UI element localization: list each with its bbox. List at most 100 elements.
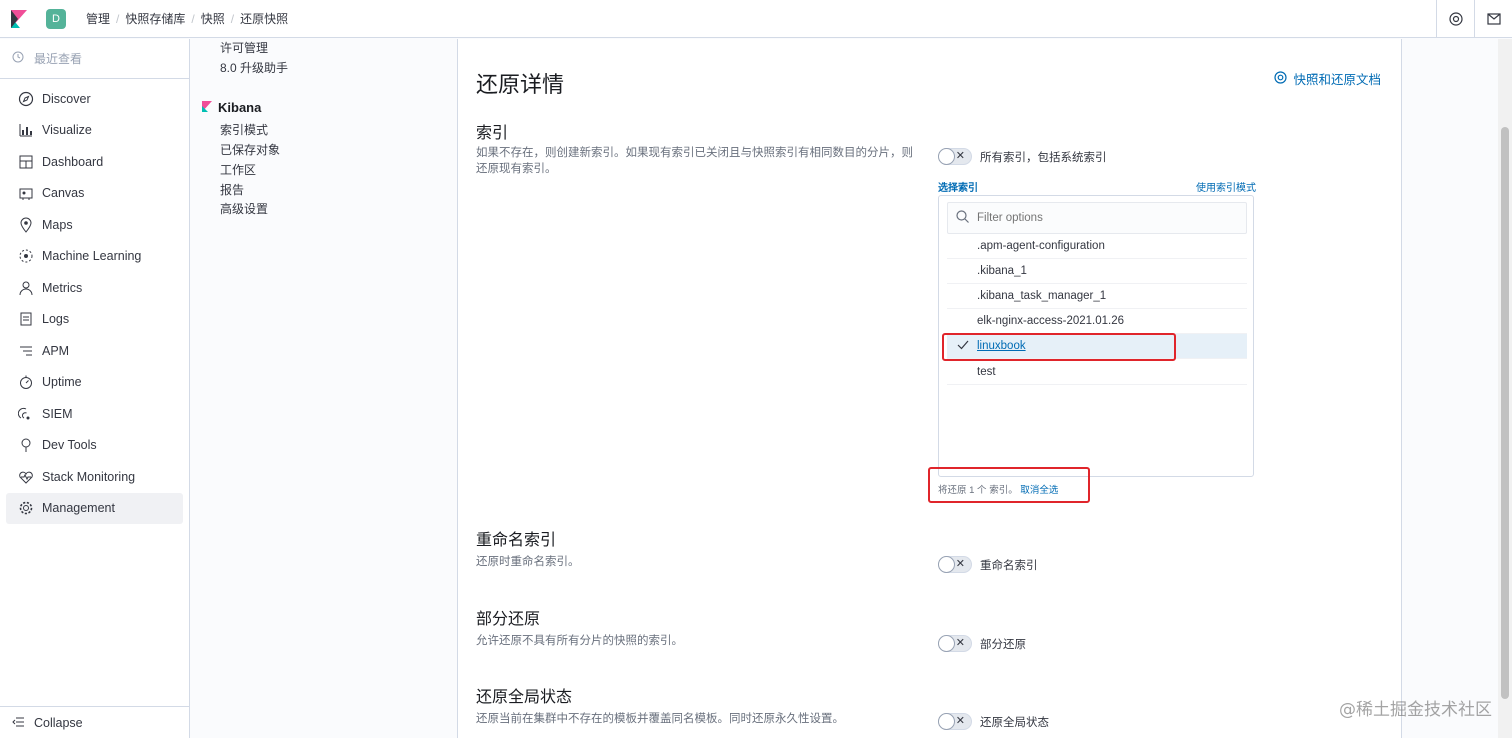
global-state-desc: 还原当前在集群中不存在的模板并覆盖同名模板。同时还原永久性设置。 [476,713,844,725]
restore-details-panel: 还原详情 快照和还原文档 索引 如果不存在，则创建新索引。如果现有索引已关闭且与… [458,39,1402,738]
space-avatar[interactable]: D [46,8,66,29]
machine-learning-icon [18,248,34,264]
help-icon [1448,12,1463,26]
nav-item-maps[interactable]: Maps [6,209,183,241]
partial-switch-row[interactable]: ✕ 部分还原 [938,635,1026,652]
dev-tools-icon [18,437,34,453]
nav-item-visualize[interactable]: Visualize [6,115,183,147]
mgmt-item-index-patterns[interactable]: 索引模式 [190,121,457,141]
nav-item-label: Dev Tools [42,438,97,453]
maps-icon [18,217,34,233]
nav-item-label: Visualize [42,123,92,138]
mgmt-item-license[interactable]: 许可管理 [190,39,457,59]
index-option[interactable]: elk-nginx-access-2021.01.26 [947,309,1247,334]
nav-item-management[interactable]: Management [6,492,183,524]
nav-item-label: Dashboard [42,154,104,169]
indices-desc: 如果不存在，则创建新索引。如果现有索引已关闭且与快照索引有相同数目的分片，则还原… [476,147,913,175]
mgmt-item-upgrade-assistant[interactable]: 8.0 升级助手 [190,59,457,79]
index-option[interactable]: test [947,360,1247,385]
scrollbar-thumb[interactable] [1501,127,1509,699]
breadcrumb-management[interactable]: 管理 [86,10,110,27]
gear-icon [18,500,34,516]
help-button[interactable] [1436,0,1474,38]
metrics-icon [18,280,34,296]
compass-icon [18,91,34,107]
nav-item-discover[interactable]: Discover [6,83,183,115]
mgmt-item-saved-objects[interactable]: 已保存对象 [190,141,457,161]
nav-item-label: Logs [42,312,70,327]
nav-item-logs[interactable]: Logs [6,304,183,336]
nav-item-stack-monitoring[interactable]: Stack Monitoring [6,461,183,493]
clock-icon [12,51,24,66]
visualize-icon [18,122,34,138]
nav-item-machine-learning[interactable]: Machine Learning [6,241,183,273]
mgmt-section-title: Kibana [218,100,262,116]
kibana-logo[interactable] [0,0,38,38]
mail-icon [1486,13,1501,25]
global-state-switch[interactable]: ✕ [938,713,972,730]
nav-item-label: Maps [42,217,73,232]
breadcrumb-separator: / [191,11,195,26]
recently-viewed[interactable]: 最近查看 [0,39,189,79]
page-title: 还原详情 [476,72,565,97]
breadcrumb: 管理 / 快照存储库 / 快照 / 还原快照 [86,10,288,27]
mgmt-item-spaces[interactable]: 工作区 [190,161,457,181]
uptime-icon [18,374,34,390]
apm-icon [18,343,34,359]
nav-item-metrics[interactable]: Metrics [6,272,183,304]
all-indices-switch-row[interactable]: ✕ 所有索引，包括系统索引 [938,148,1107,165]
nav-item-dashboard[interactable]: Dashboard [6,146,183,178]
index-option[interactable]: .kibana_1 [947,259,1247,284]
side-nav: 最近查看 Discover Visualize Dashboard Canvas Map… [0,39,190,738]
cross-icon: ✕ [955,715,965,727]
newsfeed-button[interactable] [1474,0,1512,38]
nav-item-label: Management [42,501,115,516]
mgmt-item-reporting[interactable]: 报告 [190,181,457,201]
dashboard-icon [18,154,34,170]
nav-item-uptime[interactable]: Uptime [6,367,183,399]
nav-item-label: Metrics [42,280,83,295]
breadcrumb-restore-snapshot: 还原快照 [240,12,289,26]
cross-icon: ✕ [955,150,965,162]
filter-input[interactable] [977,212,1237,224]
index-option-label: .kibana_1 [977,265,1027,277]
nav-item-dev-tools[interactable]: Dev Tools [6,430,183,462]
filter-box[interactable] [947,202,1247,234]
index-option-label: .apm-agent-configuration [977,240,1105,252]
mgmt-section-kibana: Kibana [202,100,457,115]
rename-switch[interactable]: ✕ [938,556,972,573]
rename-desc: 还原时重命名索引。 [476,556,580,568]
partial-switch[interactable]: ✕ [938,635,972,652]
nav-item-apm[interactable]: APM [6,335,183,367]
partial-title: 部分还原 [476,611,541,628]
breadcrumb-snapshots[interactable]: 快照 [201,10,225,27]
index-option[interactable]: .apm-agent-configuration [947,234,1247,259]
kibana-icon [202,100,212,115]
index-option[interactable]: .kibana_task_manager_1 [947,284,1247,309]
mgmt-item-advanced-settings[interactable]: 高级设置 [190,200,457,220]
global-state-switch-row[interactable]: ✕ 还原全局状态 [938,713,1049,730]
partial-switch-label: 部分还原 [980,638,1026,651]
highlight-box [942,333,1176,361]
page-scrollbar[interactable] [1498,39,1512,738]
breadcrumb-separator: / [116,11,120,26]
index-option-label: elk-nginx-access-2021.01.26 [977,315,1125,327]
search-icon [956,210,969,226]
watermark: @稀土掘金技术社区 [1339,700,1492,720]
stack-monitoring-icon [18,469,34,485]
all-indices-switch-label: 所有索引，包括系统索引 [980,151,1107,164]
help-icon [1274,70,1288,87]
select-indices-link[interactable]: 选择索引 [938,179,978,194]
nav-item-siem[interactable]: SIEM [6,398,183,430]
docs-link[interactable]: 快照和还原文档 [1274,69,1381,88]
use-index-pattern-link[interactable]: 使用索引模式 [1196,179,1256,194]
collapse-button[interactable]: Collapse [0,706,189,738]
recently-viewed-label: 最近查看 [34,52,83,66]
highlight-box [928,467,1090,503]
nav-item-canvas[interactable]: Canvas [6,178,183,210]
nav-item-label: Discover [42,91,91,106]
breadcrumb-repositories[interactable]: 快照存储库 [125,10,185,27]
kibana-logo-icon [11,9,27,28]
rename-switch-row[interactable]: ✕ 重命名索引 [938,556,1038,573]
all-indices-switch[interactable]: ✕ [938,148,972,165]
